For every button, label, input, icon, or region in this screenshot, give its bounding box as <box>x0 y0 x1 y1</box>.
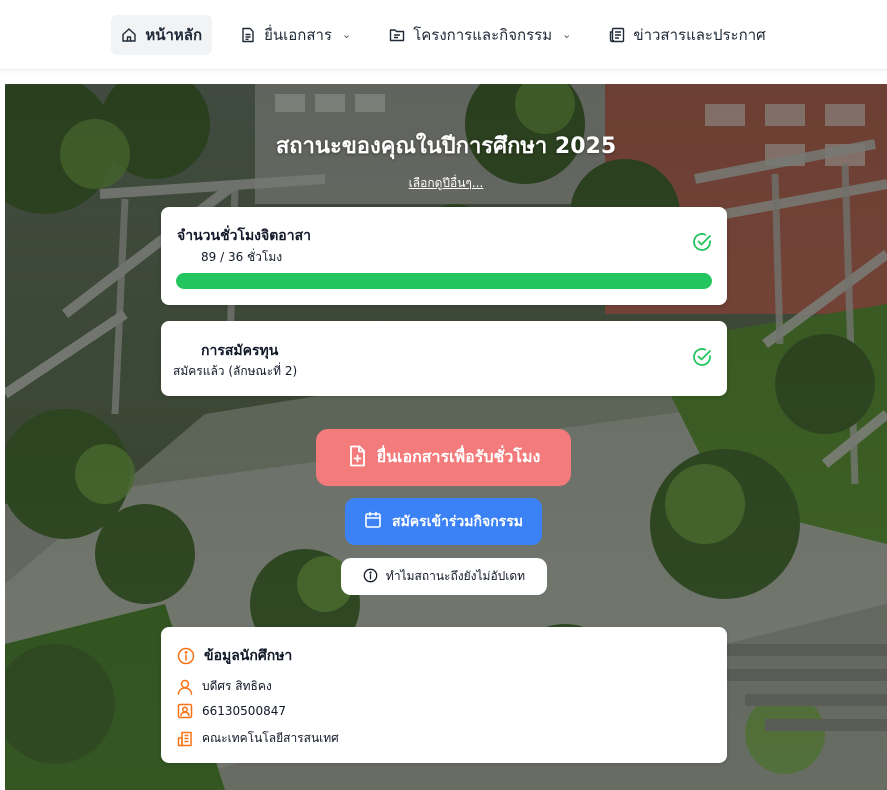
hero-section: สถานะของคุณในปีการศึกษา 2025 เลือกดูปีอื… <box>5 84 887 790</box>
submit-documents-label: ยื่นเอกสารเพื่อรับชั่วโมง <box>376 447 541 466</box>
why-status-not-updated-button[interactable]: ทำไมสถานะถึงยังไม่อัปเดท <box>341 558 547 595</box>
submit-documents-button[interactable]: ยื่นเอกสารเพื่อรับชั่วโมง <box>316 429 571 486</box>
document-icon <box>240 27 256 43</box>
nav-projects-label: โครงการและกิจกรรม <box>413 25 553 44</box>
join-activity-button[interactable]: สมัครเข้าร่วมกิจกรรม <box>345 498 542 545</box>
nav-home-label: หน้าหลัก <box>145 25 203 44</box>
top-navigation: หน้าหลัก ยื่นเอกสาร ⌄ โครงการและกิจกรรม … <box>0 0 887 70</box>
student-info-card: ข้อมูลนักศึกษา บดีศร สิทธิคง 66130500847 <box>161 627 727 763</box>
calendar-icon <box>364 511 382 533</box>
check-circle-icon <box>691 231 713 257</box>
scholarship-title: การสมัครทุน <box>201 343 279 359</box>
volunteer-hours-title: จำนวนชั่วโมงจิตอาสา <box>177 228 311 244</box>
student-id-row: 66130500847 <box>177 703 286 719</box>
student-name: บดีศร สิทธิคง <box>202 679 272 693</box>
newspaper-icon <box>609 27 625 43</box>
nav-projects[interactable]: โครงการและกิจกรรม ⌄ <box>379 15 581 55</box>
folder-icon <box>389 27 405 43</box>
select-year-link[interactable]: เลือกดูปีอื่นๆ... <box>5 174 887 193</box>
student-faculty: คณะเทคโนโลยีสารสนเทศ <box>202 731 339 745</box>
student-faculty-row: คณะเทคโนโลยีสารสนเทศ <box>177 729 339 748</box>
volunteer-hours-progress-bar <box>176 273 712 289</box>
join-activity-label: สมัครเข้าร่วมกิจกรรม <box>392 513 523 530</box>
file-plus-icon <box>347 445 367 471</box>
page-title: สถานะของคุณในปีการศึกษา 2025 <box>275 134 617 159</box>
nav-news-label: ข่าวสารและประกาศ <box>633 25 766 44</box>
volunteer-hours-card: จำนวนชั่วโมงจิตอาสา 89 / 36 ชั่วโมง <box>161 207 727 305</box>
building-icon <box>177 731 193 747</box>
progress-fill <box>176 273 712 289</box>
nav-home[interactable]: หน้าหลัก <box>111 14 213 55</box>
chevron-down-icon: ⌄ <box>341 28 352 41</box>
nav-news[interactable]: ข่าวสารและประกาศ <box>599 15 775 55</box>
student-id: 66130500847 <box>202 704 286 718</box>
user-icon <box>177 679 193 695</box>
volunteer-hours-value: 89 / 36 ชั่วโมง <box>201 250 283 264</box>
student-info-title: ข้อมูลนักศึกษา <box>204 648 293 664</box>
nav-submit-documents[interactable]: ยื่นเอกสาร ⌄ <box>230 15 361 55</box>
why-status-label: ทำไมสถานะถึงยังไม่อัปเดท <box>385 569 526 583</box>
scholarship-status: สมัครแล้ว (ลักษณะที่ 2) <box>173 364 298 378</box>
info-icon <box>363 568 378 586</box>
check-circle-icon <box>691 346 713 372</box>
student-info-header: ข้อมูลนักศึกษา <box>177 645 292 667</box>
chevron-down-icon: ⌄ <box>562 28 572 41</box>
nav-submit-label: ยื่นเอกสาร <box>264 25 332 44</box>
home-icon <box>121 27 137 43</box>
student-name-row: บดีศร สิทธิคง <box>177 677 272 696</box>
id-badge-icon <box>177 703 193 719</box>
scholarship-card: การสมัครทุน สมัครแล้ว (ลักษณะที่ 2) <box>161 321 727 396</box>
info-circle-icon <box>177 647 195 665</box>
